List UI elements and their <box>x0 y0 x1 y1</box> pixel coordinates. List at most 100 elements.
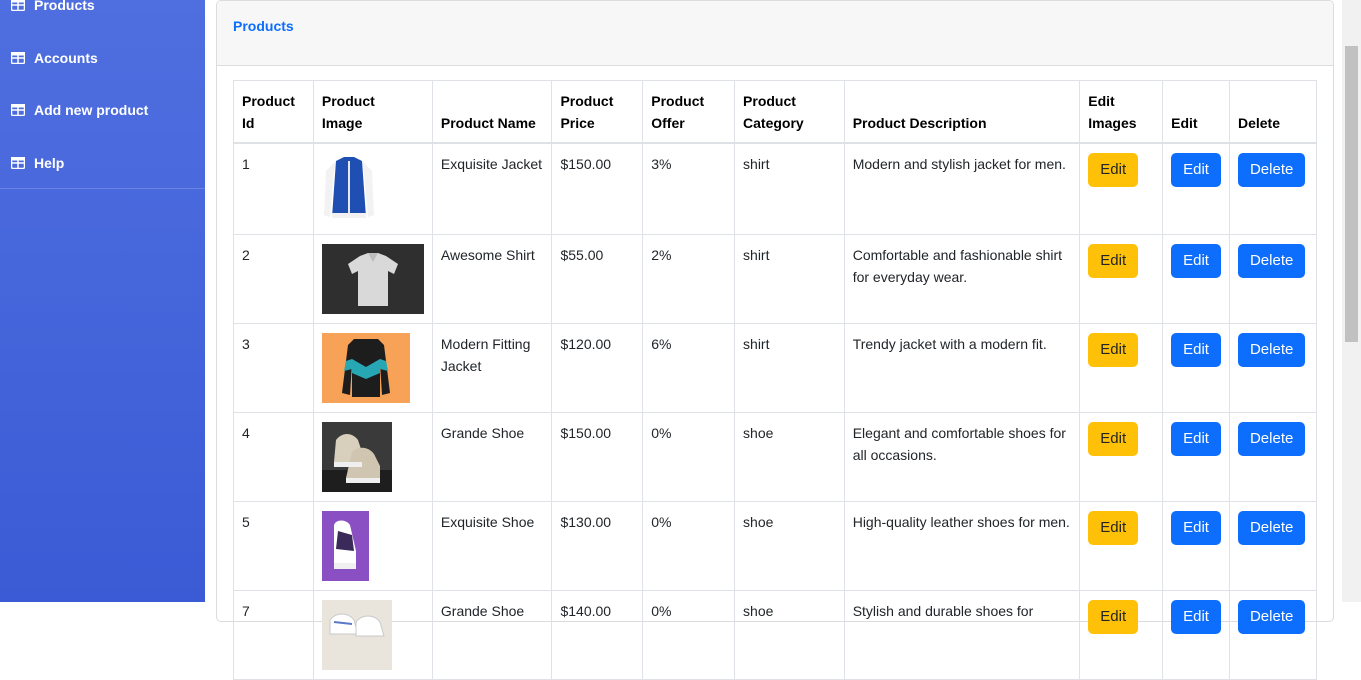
cell-id: 4 <box>233 412 314 502</box>
edit-button[interactable]: Edit <box>1171 333 1221 367</box>
cell-id: 5 <box>233 501 314 591</box>
cell-price: $140.00 <box>551 590 644 680</box>
delete-button[interactable]: Delete <box>1237 511 1306 545</box>
cell-description: Comfortable and fashionable shirt for ev… <box>843 234 1081 324</box>
product-image <box>321 422 392 492</box>
delete-button[interactable]: Delete <box>1237 422 1306 456</box>
header-edit-images: Edit Images <box>1079 80 1164 144</box>
cell-description: Modern and stylish jacket for men. <box>843 142 1081 235</box>
cell-description: Trendy jacket with a modern fit. <box>843 323 1081 413</box>
sidebar-item-products[interactable]: Products <box>11 0 95 13</box>
cell-price: $120.00 <box>551 323 644 413</box>
cell-name: Exquisite Shoe <box>431 501 553 591</box>
cell-category: shoe <box>734 412 845 502</box>
sidebar-item-help[interactable]: Help <box>11 155 64 171</box>
edit-button[interactable]: Edit <box>1171 422 1221 456</box>
table-row: 2 Awesome Shirt $55.00 2% shirt Comforta… <box>233 234 1318 324</box>
edit-images-button[interactable]: Edit <box>1088 511 1139 545</box>
edit-button[interactable]: Edit <box>1171 153 1221 187</box>
cell-id: 7 <box>233 590 314 680</box>
sidebar: Products Accounts Add new product Help <box>0 0 205 602</box>
cell-id: 1 <box>233 142 314 235</box>
table-icon <box>11 52 25 64</box>
edit-button[interactable]: Edit <box>1171 511 1221 545</box>
sidebar-item-label: Accounts <box>34 50 98 66</box>
table-row: 5 Exquisite Shoe $130.00 0% shoe High-qu… <box>233 501 1318 591</box>
cell-offer: 6% <box>642 323 736 413</box>
product-image <box>321 600 392 670</box>
edit-images-button[interactable]: Edit <box>1088 600 1139 634</box>
edit-images-button[interactable]: Edit <box>1088 153 1139 187</box>
header-product-description: Product Description <box>843 80 1081 144</box>
edit-images-button[interactable]: Edit <box>1088 422 1139 456</box>
header-product-offer: Product Offer <box>642 80 736 144</box>
cell-name: Modern Fitting Jacket <box>431 323 553 413</box>
cell-offer: 0% <box>642 501 736 591</box>
sidebar-item-add-new-product[interactable]: Add new product <box>11 102 148 118</box>
cell-description: Elegant and comfortable shoes for all oc… <box>843 412 1081 502</box>
header-product-id: Product Id <box>233 80 314 144</box>
cell-description: High-quality leather shoes for men. <box>843 501 1081 591</box>
cell-image <box>312 590 433 680</box>
sidebar-divider <box>0 188 205 189</box>
sidebar-item-label: Add new product <box>34 102 149 118</box>
product-image <box>321 153 376 225</box>
product-image <box>321 511 369 581</box>
header-product-image: Product Image <box>312 80 433 144</box>
cell-image <box>312 234 433 324</box>
cell-image <box>312 501 433 591</box>
cell-offer: 0% <box>642 590 736 680</box>
cell-offer: 2% <box>642 234 736 324</box>
cell-name: Exquisite Jacket <box>431 142 553 235</box>
table-icon <box>11 157 25 169</box>
cell-image <box>312 412 433 502</box>
header-product-name: Product Name <box>431 80 553 144</box>
table-icon <box>11 104 25 116</box>
sidebar-item-label: Products <box>34 0 95 13</box>
card-header: Products <box>217 1 1333 66</box>
product-image <box>321 244 424 314</box>
scrollbar-thumb[interactable] <box>1345 46 1358 342</box>
cell-name: Grande Shoe <box>431 412 553 502</box>
table-row: 4 Grande Shoe $150.00 0% shoe Elegant an… <box>233 412 1318 502</box>
edit-images-button[interactable]: Edit <box>1088 333 1139 367</box>
header-product-category: Product Category <box>734 80 845 144</box>
product-image <box>321 333 410 403</box>
table-row: 1 Exquisite Jacket $150.00 3% shirt Mode… <box>233 142 1318 235</box>
table-header-row: Product Id Product Image Product Name Prod… <box>233 80 1318 144</box>
cell-category: shirt <box>734 142 845 235</box>
edit-button[interactable]: Edit <box>1171 600 1221 634</box>
delete-button[interactable]: Delete <box>1237 333 1306 367</box>
cell-description: Stylish and durable shoes for <box>843 590 1081 680</box>
cell-offer: 3% <box>642 142 736 235</box>
cell-category: shirt <box>734 234 845 324</box>
cell-offer: 0% <box>642 412 736 502</box>
cell-category: shoe <box>734 590 845 680</box>
table-row: 3 Modern Fitting Jacket $120.00 6% shirt… <box>233 323 1318 413</box>
sidebar-item-accounts[interactable]: Accounts <box>11 50 98 66</box>
cell-price: $55.00 <box>551 234 644 324</box>
cell-category: shirt <box>734 323 845 413</box>
table-icon <box>11 0 25 11</box>
sidebar-item-label: Help <box>34 155 65 171</box>
header-edit: Edit <box>1162 80 1230 144</box>
products-table: Product Id Product Image Product Name Prod… <box>233 80 1318 680</box>
cell-id: 2 <box>233 234 314 324</box>
table-row: 7 Grande Shoe $140.00 0% shoe Stylish an… <box>233 590 1318 680</box>
cell-price: $150.00 <box>551 142 644 235</box>
cell-price: $130.00 <box>551 501 644 591</box>
cell-image <box>312 142 433 235</box>
edit-images-button[interactable]: Edit <box>1088 244 1139 278</box>
header-delete: Delete <box>1228 80 1318 144</box>
cell-name: Grande Shoe <box>431 590 553 680</box>
cell-id: 3 <box>233 323 314 413</box>
header-product-price: Product Price <box>551 80 644 144</box>
delete-button[interactable]: Delete <box>1237 600 1306 634</box>
delete-button[interactable]: Delete <box>1237 244 1306 278</box>
card-title: Products <box>233 18 294 34</box>
cell-category: shoe <box>734 501 845 591</box>
edit-button[interactable]: Edit <box>1171 244 1221 278</box>
cell-name: Awesome Shirt <box>431 234 553 324</box>
cell-image <box>312 323 433 413</box>
delete-button[interactable]: Delete <box>1237 153 1306 187</box>
